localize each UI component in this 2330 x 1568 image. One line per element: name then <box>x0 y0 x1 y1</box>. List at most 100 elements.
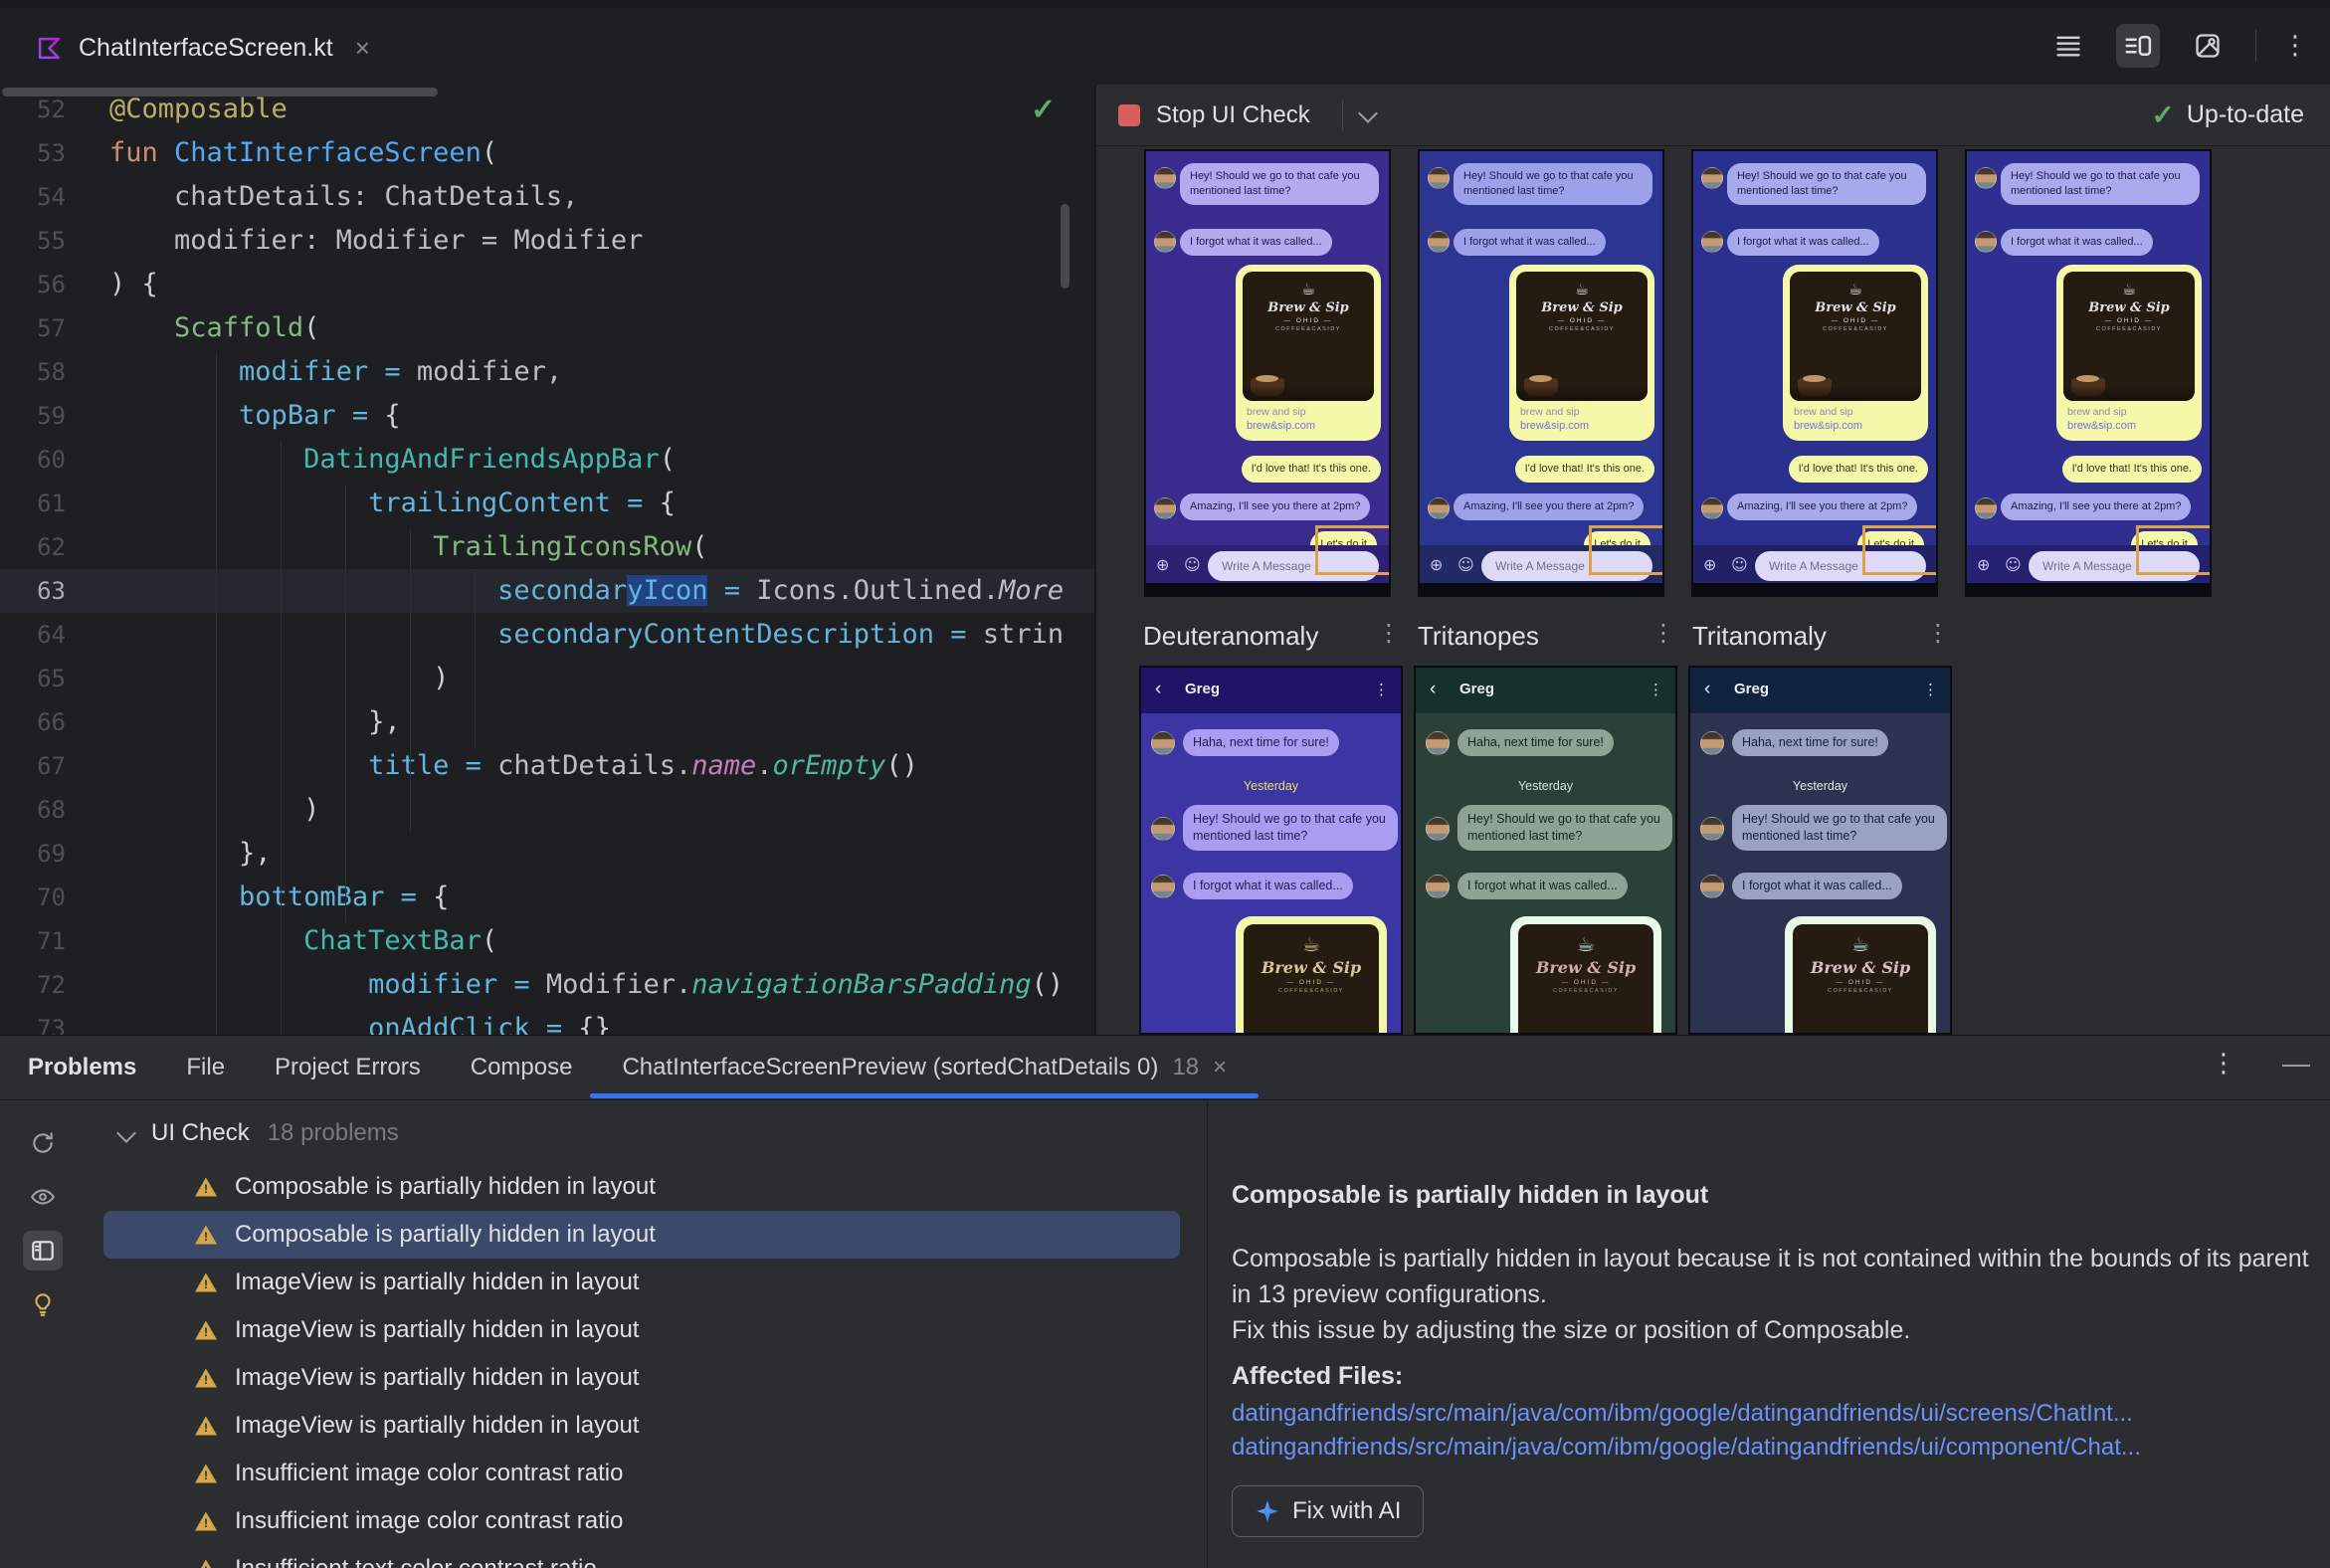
chat-bubble-incoming: Haha, next time for sure! <box>1457 729 1614 756</box>
preview-canvas[interactable]: Hey! Should we go to that cafe you menti… <box>1096 145 2330 1035</box>
tool-window-icon-strip <box>0 1101 86 1568</box>
warning-icon: ! <box>195 1559 217 1568</box>
inspections-ok-icon[interactable]: ✓ <box>1031 93 1056 127</box>
chat-kebab-icon: ⋮ <box>1374 681 1389 698</box>
contact-name: Greg <box>1185 681 1221 697</box>
phone-preview-top-row[interactable]: Hey! Should we go to that cafe you menti… <box>1691 149 1938 597</box>
preview-kebab-icon[interactable]: ⋮ <box>1651 619 1675 647</box>
chat-bubble-outgoing: I'd love that! It's this one. <box>1241 456 1381 483</box>
warning-icon: ! <box>195 1464 217 1483</box>
brew-and-sip-image: ☕ Brew & Sip — OHID — COFFEE&CASIDY <box>1243 272 1374 401</box>
refresh-icon[interactable] <box>23 1123 63 1163</box>
card-link: brew&sip.com <box>1794 420 1863 432</box>
split-view-icon[interactable] <box>2116 24 2160 68</box>
tab-label: ChatInterfaceScreenPreview (sortedChatDe… <box>622 1054 1159 1080</box>
chat-bubble-incoming: Haha, next time for sure! <box>1183 729 1339 756</box>
code-line: 64 secondaryContentDescription = strin <box>0 613 1094 657</box>
code-line: 55 modifier: Modifier = Modifier <box>0 219 1094 263</box>
stop-ui-check-button[interactable]: Stop UI Check <box>1108 96 1320 135</box>
chevron-down-icon[interactable] <box>116 1123 136 1143</box>
chevron-down-icon[interactable] <box>1357 102 1378 123</box>
problem-item[interactable]: ! Composable is partially hidden in layou… <box>103 1163 1180 1211</box>
bottom-tab[interactable]: Problems <box>28 1054 136 1081</box>
tool-window-kebab-icon[interactable]: ⋮ <box>2211 1051 2236 1077</box>
lightbulb-icon[interactable] <box>23 1284 63 1324</box>
phone-bottom-strip <box>1693 583 1936 595</box>
code-line: 60 DatingAndFriendsAppBar( <box>0 438 1094 482</box>
preview-config-label: Deuteranomaly <box>1143 621 1319 651</box>
add-icon: ⊕ <box>1430 555 1444 574</box>
fix-with-ai-button[interactable]: Fix with AI <box>1232 1485 1425 1537</box>
problem-item[interactable]: ! ImageView is partially hidden in layout <box>103 1402 1180 1450</box>
bottom-tab[interactable]: File <box>186 1054 225 1081</box>
phone-preview-bottom-row[interactable]: ‹ Greg ⋮ Haha, next time for sure! Yester… <box>1139 666 1403 1035</box>
toolbar-separator <box>1341 99 1343 130</box>
problem-item[interactable]: ! ImageView is partially hidden in layout <box>103 1306 1180 1354</box>
preview-kebab-icon[interactable]: ⋮ <box>1926 619 1950 647</box>
problem-details-panel: Composable is partially hidden in layout… <box>1208 1101 2330 1568</box>
bottom-tab[interactable]: Compose <box>471 1054 573 1081</box>
chat-bubble-incoming: Hey! Should we go to that cafe you menti… <box>1183 805 1398 851</box>
preview-eye-icon[interactable] <box>23 1177 63 1217</box>
phone-preview-top-row[interactable]: Hey! Should we go to that cafe you menti… <box>1418 149 1664 597</box>
date-divider: Yesterday <box>1517 779 1574 793</box>
tab-label: Compose <box>470 1054 573 1080</box>
problems-group-header[interactable]: UI Check 18 problems <box>86 1115 399 1151</box>
tab-close-icon[interactable]: × <box>355 33 370 64</box>
open-details-panel-icon[interactable] <box>23 1231 63 1271</box>
line-number: 59 <box>37 402 66 430</box>
phone-preview-top-row[interactable]: Hey! Should we go to that cafe you menti… <box>1965 149 2212 597</box>
phone-preview-bottom-row[interactable]: ‹ Greg ⋮ Haha, next time for sure! Yester… <box>1414 666 1677 1035</box>
link-preview-card: ☕ Brew & Sip — OHID — COFFEE&CASIDY <box>1510 916 1661 1033</box>
line-number: 63 <box>37 577 66 605</box>
problem-item[interactable]: ! Insufficient image color contrast ratio <box>103 1450 1180 1497</box>
preview-image-icon[interactable] <box>2186 24 2230 68</box>
ai-sparkle-icon <box>1257 1500 1278 1522</box>
back-icon: ‹ <box>1704 679 1711 699</box>
warning-icon: ! <box>195 1273 217 1292</box>
line-number: 65 <box>37 665 66 692</box>
horizontal-scrollbar[interactable] <box>2 88 438 97</box>
line-number: 70 <box>37 883 66 911</box>
link-preview-card: ☕ Brew & Sip — OHID — COFFEE&CASIDY <box>1236 916 1387 1033</box>
problem-text: Insufficient text color contrast ratio <box>235 1555 597 1568</box>
contact-name: Greg <box>1734 681 1770 697</box>
line-number: 71 <box>37 927 66 955</box>
problem-item[interactable]: ! ImageView is partially hidden in layout <box>103 1354 1180 1402</box>
affected-file-link[interactable]: datingandfriends/src/main/java/com/ibm/g… <box>1232 1434 2141 1462</box>
problem-item[interactable]: ! Insufficient image color contrast ratio <box>103 1497 1180 1545</box>
avatar <box>1975 167 1997 189</box>
brew-and-sip-image: ☕ Brew & Sip — OHID — COFFEE&CASIDY <box>1518 924 1653 1033</box>
avatar <box>1428 167 1450 189</box>
code-lines: 52 @Composable 53 fun ChatInterfaceScreen(5… <box>0 88 1094 1035</box>
card-link: brew&sip.com <box>1520 420 1590 432</box>
problems-tool-window: Problems File Project Errors Compose ChatInt… <box>0 1035 2330 1568</box>
vertical-scrollbar[interactable] <box>1061 204 1069 289</box>
file-tab[interactable]: ChatInterfaceScreen.kt × <box>20 22 386 74</box>
preview-kebab-icon[interactable]: ⋮ <box>1377 619 1401 647</box>
date-divider: Yesterday <box>1792 779 1848 793</box>
chat-bubble-incoming: Hey! Should we go to that cafe you menti… <box>1457 805 1672 851</box>
chat-bubble-incoming: Amazing, I'll see you there at 2pm? <box>1180 493 1371 520</box>
editor-options-kebab-icon[interactable]: ⋮ <box>2282 33 2308 59</box>
avatar <box>1701 231 1723 253</box>
phone-preview-top-row[interactable]: Hey! Should we go to that cafe you menti… <box>1144 149 1391 597</box>
code-editor[interactable]: 52 @Composable 53 fun ChatInterfaceScreen(5… <box>0 85 1094 1035</box>
chat-header: ‹ Greg ⋮ <box>1141 668 1401 713</box>
phone-bottom-strip <box>1967 583 2210 595</box>
tab-close-icon[interactable]: × <box>1213 1054 1227 1081</box>
phone-preview-bottom-row[interactable]: ‹ Greg ⋮ Haha, next time for sure! Yester… <box>1688 666 1952 1035</box>
bottom-tab[interactable]: ChatInterfaceScreenPreview (sortedChatDe… <box>622 1054 1227 1081</box>
affected-file-link[interactable]: datingandfriends/src/main/java/com/ibm/g… <box>1232 1400 2133 1428</box>
warning-icon: ! <box>195 1511 217 1531</box>
chat-bubble-incoming: Hey! Should we go to that cafe you menti… <box>2001 163 2200 205</box>
chat-header: ‹ Greg ⋮ <box>1416 668 1675 713</box>
avatar <box>1426 817 1450 841</box>
problem-item[interactable]: ! ImageView is partially hidden in layout <box>103 1259 1180 1306</box>
minimize-icon[interactable]: — <box>2282 1048 2310 1079</box>
code-view-icon[interactable] <box>2046 24 2090 68</box>
problem-item[interactable]: ! Composable is partially hidden in layou… <box>103 1211 1180 1259</box>
bottom-tab[interactable]: Project Errors <box>275 1054 421 1081</box>
warning-icon: ! <box>195 1368 217 1388</box>
problem-item[interactable]: ! Insufficient text color contrast ratio <box>103 1545 1180 1568</box>
